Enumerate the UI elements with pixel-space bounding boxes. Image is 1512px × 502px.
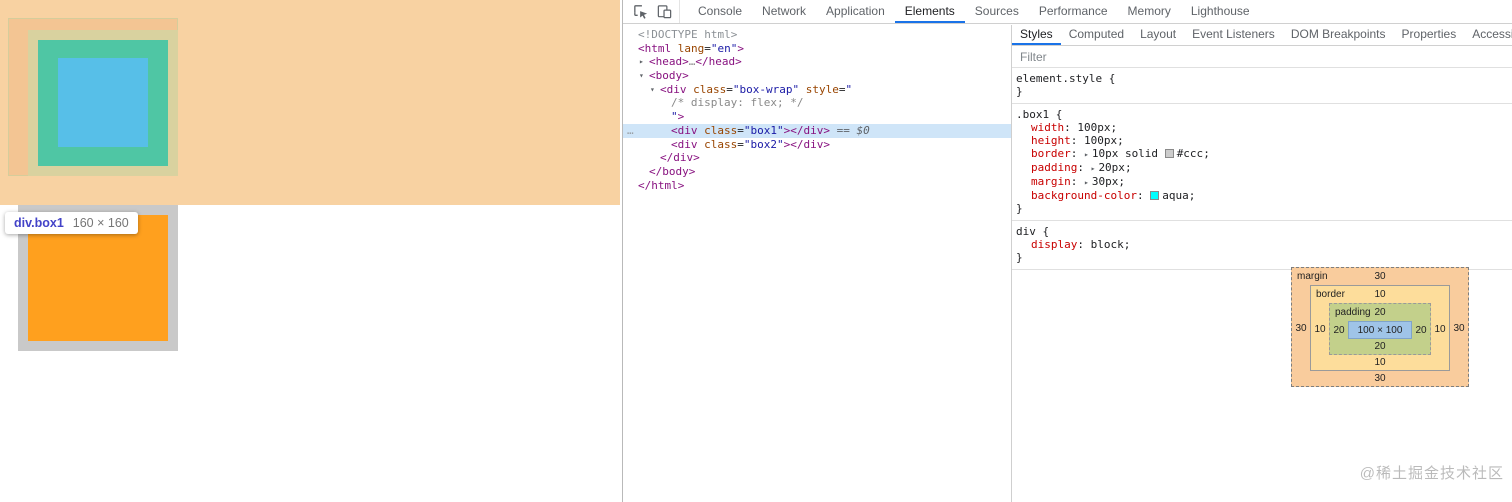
screen: div.box1 160 × 160 Console Network Appli…: [0, 0, 1512, 502]
css-property[interactable]: border: ▸ 10px solid #ccc;: [1016, 147, 1509, 161]
css-property[interactable]: padding: ▸ 20px;: [1016, 161, 1509, 175]
main-tab-elements[interactable]: Elements: [894, 0, 965, 23]
css-property[interactable]: background-color: aqua;: [1016, 189, 1509, 202]
padding-label: padding: [1335, 307, 1371, 318]
expand-shorthand-arrow[interactable]: ▸: [1084, 150, 1089, 159]
padding-top-value: 20: [1374, 307, 1386, 318]
tree-row[interactable]: <!DOCTYPE html>: [623, 28, 1011, 42]
box1-highlight-content: [58, 58, 148, 147]
main-tab-performance[interactable]: Performance: [1029, 0, 1118, 23]
style-rule: element.style {}: [1012, 68, 1512, 104]
margin-top-value: 30: [1374, 271, 1386, 282]
tree-expand-arrow[interactable]: ▾: [639, 69, 644, 83]
styles-tabs: Styles Computed Layout Event Listeners DOM B…: [1012, 25, 1512, 46]
box1-highlight-margin: [8, 18, 178, 176]
padding-right-value: 20: [1415, 324, 1427, 336]
border-bottom-value: 10: [1374, 357, 1386, 368]
tree-expand-arrow[interactable]: ▸: [639, 55, 644, 69]
margin-right-value: 30: [1453, 322, 1465, 334]
box-model-border[interactable]: border 10 10 padding 20 20 100 × 100 20 …: [1310, 285, 1450, 371]
main-tab-sources[interactable]: Sources: [965, 0, 1029, 23]
tree-row[interactable]: … <div class="box1"></div> == $0: [623, 123, 1011, 138]
color-swatch[interactable]: [1164, 149, 1174, 158]
tree-row[interactable]: ▸ <head>…</head>: [623, 55, 1011, 69]
main-tab-memory[interactable]: Memory: [1118, 0, 1181, 23]
box-model-content[interactable]: 100 × 100: [1348, 321, 1412, 339]
tooltip-selector: div.box1: [14, 216, 64, 230]
css-property[interactable]: width: 100px;: [1016, 121, 1509, 134]
tree-row[interactable]: <div class="box2"></div>: [623, 138, 1011, 152]
border-left-value: 10: [1314, 323, 1326, 335]
padding-left-value: 20: [1333, 324, 1345, 336]
side-tab-computed[interactable]: Computed: [1061, 25, 1132, 45]
tree-row[interactable]: </div>: [623, 151, 1011, 165]
tree-row[interactable]: </html>: [623, 179, 1011, 193]
tree-row[interactable]: ▾ <div class="box-wrap" style=": [623, 83, 1011, 97]
devtools-toolbar-icons: [623, 0, 680, 23]
side-tab-dom-breakpoints[interactable]: DOM Breakpoints: [1283, 25, 1394, 45]
box-model-margin[interactable]: margin 30 30 border 10 10 padding 20 20 …: [1291, 267, 1469, 387]
tree-row[interactable]: </body>: [623, 165, 1011, 179]
devtools-panel: Console Network Application Elements Sources…: [622, 0, 1512, 502]
tree-gutter-ellipsis[interactable]: …: [627, 124, 634, 138]
box1-highlight-padding: [38, 40, 168, 166]
page-box-wrap: [0, 0, 620, 205]
tree-expand-arrow[interactable]: ▾: [650, 83, 655, 97]
inspect-icon[interactable]: [631, 3, 649, 21]
side-tab-layout[interactable]: Layout: [1132, 25, 1184, 45]
css-property[interactable]: height: 100px;: [1016, 134, 1509, 147]
margin-bottom-value: 30: [1374, 373, 1386, 384]
rule-selector[interactable]: element.style: [1016, 72, 1102, 85]
side-tab-styles[interactable]: Styles: [1012, 25, 1061, 45]
box1-highlight-border: [28, 30, 178, 176]
box-model-diagram: margin 30 30 border 10 10 padding 20 20 …: [1291, 267, 1469, 387]
rule-selector[interactable]: .box1: [1016, 108, 1049, 121]
watermark: @稀土掘金技术社区: [1359, 465, 1504, 482]
main-tab-console[interactable]: Console: [688, 0, 752, 23]
device-toolbar-icon[interactable]: [655, 3, 673, 21]
styles-filter-input[interactable]: [1020, 49, 1505, 64]
tree-row[interactable]: ▾ <body>: [623, 69, 1011, 83]
styles-sidebar: Styles Computed Layout Event Listeners DOM B…: [1011, 25, 1512, 502]
devtools-toolbar: Console Network Application Elements Sources…: [623, 0, 1512, 24]
tree-row[interactable]: /* display: flex; */: [623, 96, 1011, 110]
border-label: border: [1316, 289, 1345, 300]
inspect-tooltip: div.box1 160 × 160: [5, 212, 138, 234]
border-right-value: 10: [1434, 323, 1446, 335]
elements-tree: <!DOCTYPE html> <html lang="en"> ▸ <head>…<…: [623, 25, 1011, 502]
box-model-padding[interactable]: padding 20 20 100 × 100 20 20: [1329, 303, 1431, 355]
expand-shorthand-arrow[interactable]: ▸: [1084, 178, 1089, 187]
tree-row[interactable]: <html lang="en">: [623, 42, 1011, 56]
color-swatch[interactable]: [1150, 191, 1160, 200]
css-property[interactable]: margin: ▸ 30px;: [1016, 175, 1509, 189]
padding-bottom-value: 20: [1374, 341, 1386, 352]
margin-left-value: 30: [1295, 322, 1307, 334]
style-rules: element.style {} .box1 {width: 100px; heig…: [1012, 68, 1512, 270]
main-tab-lighthouse[interactable]: Lighthouse: [1181, 0, 1260, 23]
side-tab-accessibility[interactable]: Accessibility: [1464, 25, 1512, 45]
tooltip-dimensions: 160 × 160: [72, 216, 129, 230]
style-rule: .box1 {width: 100px; height: 100px; border…: [1012, 104, 1512, 221]
devtools-main-tabs: Console Network Application Elements Sources…: [680, 0, 1260, 23]
rule-selector[interactable]: div: [1016, 225, 1036, 238]
side-tab-properties[interactable]: Properties: [1394, 25, 1465, 45]
expand-shorthand-arrow[interactable]: ▸: [1091, 164, 1096, 173]
main-tab-application[interactable]: Application: [816, 0, 895, 23]
margin-label: margin: [1297, 271, 1328, 282]
main-tab-network[interactable]: Network: [752, 0, 816, 23]
border-top-value: 10: [1374, 289, 1386, 300]
css-property[interactable]: display: block;: [1016, 238, 1509, 251]
page-viewport: div.box1 160 × 160: [0, 0, 622, 502]
style-rule: div {display: block;}: [1012, 221, 1512, 270]
styles-filter-row: [1012, 46, 1512, 68]
side-tab-event-listeners[interactable]: Event Listeners: [1184, 25, 1283, 45]
tree-row[interactable]: ">: [623, 110, 1011, 124]
